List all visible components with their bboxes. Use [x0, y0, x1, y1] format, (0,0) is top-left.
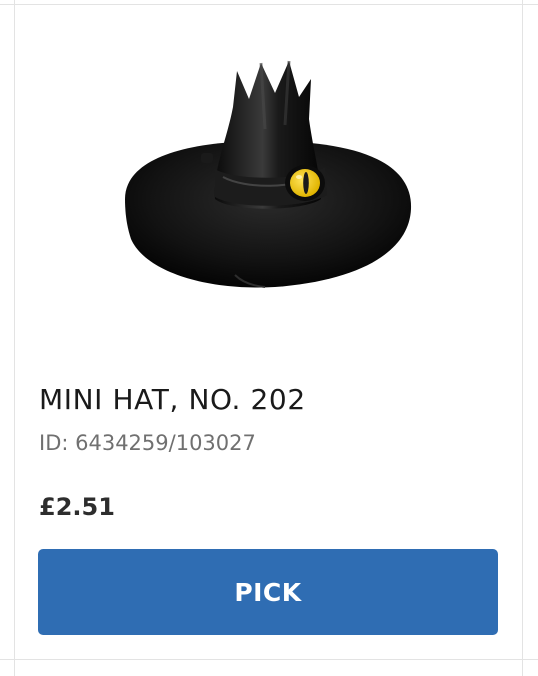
pick-button[interactable]: PICK	[38, 549, 498, 635]
product-price: £2.51	[39, 493, 115, 521]
card-border-bottom	[0, 659, 538, 660]
product-image[interactable]	[115, 49, 425, 309]
product-id: ID: 6434259/103027	[39, 431, 256, 455]
witch-hat-icon	[125, 60, 412, 288]
product-card: MINI HAT, NO. 202 ID: 6434259/103027 £2.…	[15, 5, 522, 659]
pick-button-label: PICK	[234, 577, 302, 607]
product-title[interactable]: MINI HAT, NO. 202	[39, 383, 306, 416]
card-border-right	[522, 0, 523, 676]
